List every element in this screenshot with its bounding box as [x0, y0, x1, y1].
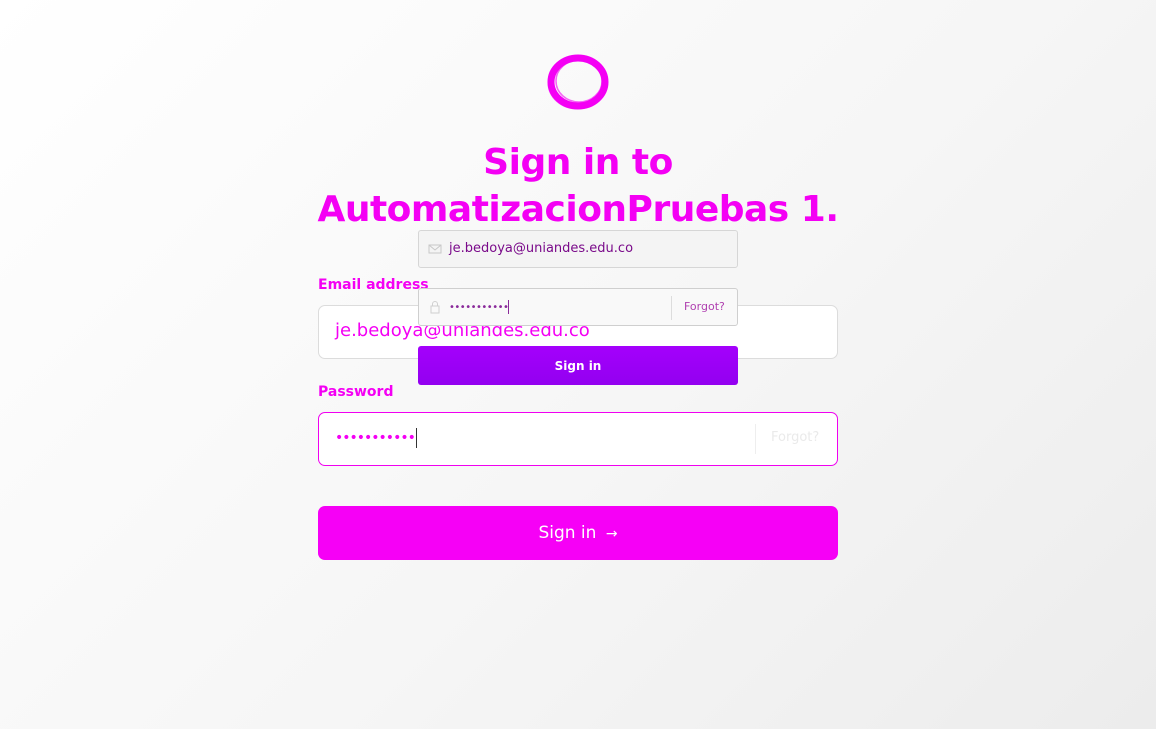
email-label: Email address	[318, 277, 429, 293]
password-value: •••••••••••	[335, 428, 417, 448]
password-label: Password	[318, 384, 394, 400]
overlay-password-field[interactable]: ••••••••••• Forgot?	[418, 288, 738, 326]
forgot-password-link[interactable]: Forgot?	[771, 430, 819, 445]
password-field[interactable]: ••••••••••• Forgot?	[318, 412, 838, 466]
text-caret	[508, 300, 510, 314]
sign-in-button[interactable]: Sign in →	[318, 506, 838, 560]
overlay-sign-in-button[interactable]: Sign in	[418, 346, 738, 385]
overlay-password-value: •••••••••••	[449, 300, 510, 314]
envelope-icon	[428, 244, 442, 254]
page-title-line1: Sign in to	[483, 142, 673, 183]
overlay-password-divider	[671, 296, 672, 320]
lock-icon	[430, 301, 440, 314]
overlay-email-value: je.bedoya@uniandes.edu.co	[449, 241, 634, 256]
page-title-line2: AutomatizacionPruebas 1.	[317, 189, 839, 230]
ring-logo-icon	[547, 54, 609, 110]
arrow-right-icon: →	[605, 526, 618, 542]
password-divider	[755, 424, 756, 454]
sign-in-button-label: Sign in	[538, 523, 597, 543]
overlay-forgot-password-link[interactable]: Forgot?	[684, 300, 725, 313]
text-caret	[415, 428, 417, 448]
overlay-email-field[interactable]: je.bedoya@uniandes.edu.co	[418, 230, 738, 268]
